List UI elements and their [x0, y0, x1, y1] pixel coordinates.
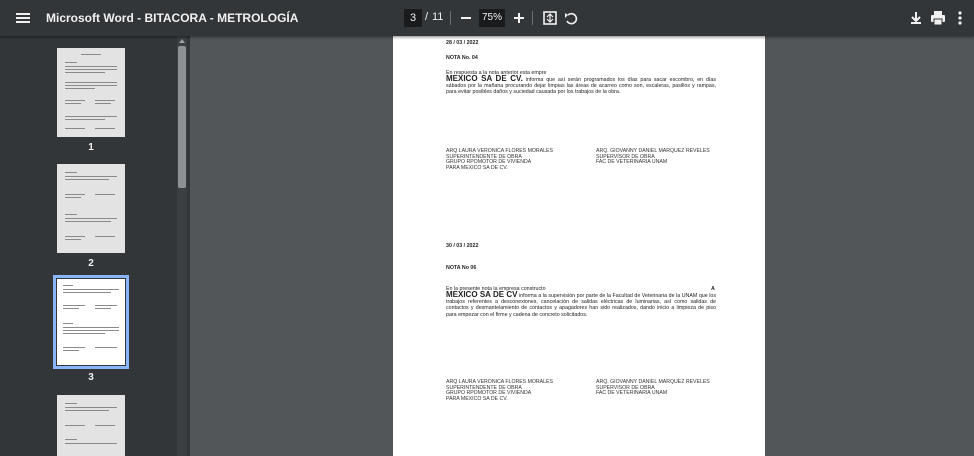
- fit-page-icon[interactable]: [540, 8, 560, 28]
- note-title: NOTA No 06: [446, 265, 477, 271]
- zoom-out-button[interactable]: [458, 8, 474, 28]
- page-thumbnail-2[interactable]: [57, 164, 125, 253]
- pdf-toolbar: Microsoft Word - BITACORA - METROLOGÍA 3…: [0, 0, 974, 36]
- company-name: MEXICO SA DE CV: [446, 290, 518, 299]
- scrollbar-thumb[interactable]: [178, 46, 186, 188]
- signature-left: ARQ LAURA VERONICA FLORES MORALES SUPERI…: [446, 148, 553, 171]
- note-date: 30 / 03 / 2022: [446, 243, 479, 249]
- thumbnail-label-3: 3: [88, 372, 94, 383]
- page-total: 11: [432, 11, 444, 23]
- signature-left: ARQ LAURA VERONICA FLORES MORALES SUPERI…: [446, 379, 553, 402]
- document-title: Microsoft Word - BITACORA - METROLOGÍA: [46, 11, 299, 25]
- page-thumbnail-4[interactable]: [57, 395, 125, 456]
- toolbar-divider: [450, 11, 451, 25]
- print-icon[interactable]: [928, 8, 948, 28]
- page-separator: /: [425, 11, 429, 23]
- signature-line: FAC DE VETERINARIA UNAM: [596, 390, 668, 396]
- thumbnail-sidebar: 1 2 3: [0, 36, 190, 456]
- note-date: 28 / 03 / 2022: [446, 40, 479, 46]
- sidebar-scrollbar[interactable]: [177, 36, 187, 456]
- more-vert-icon[interactable]: [950, 8, 970, 28]
- menu-icon[interactable]: [14, 9, 32, 27]
- note-paragraph: MEXICO SA DE CV. informa que así serán p…: [446, 74, 716, 96]
- scroll-up-arrow-icon[interactable]: [177, 36, 187, 46]
- thumbnail-label-2: 2: [88, 258, 94, 269]
- document-viewer[interactable]: 28 / 03 / 2022 NOTA No. 04 En respuesta …: [190, 36, 974, 456]
- download-icon[interactable]: [906, 8, 926, 28]
- zoom-input[interactable]: 75%: [479, 9, 505, 27]
- signature-right: ARQ. GIOVANNY DANIEL MARQUEZ REVELES SUP…: [596, 379, 710, 397]
- rotate-icon[interactable]: [562, 8, 582, 28]
- page-thumbnail-3[interactable]: [53, 275, 129, 369]
- signature-right: ARQ. GIOVANNY DANIEL MARQUEZ REVELES SUP…: [596, 148, 710, 166]
- page-thumbnail-1[interactable]: [57, 48, 125, 137]
- signature-line: PARA MEXICO SA DE CV.: [446, 164, 508, 171]
- page-number-input[interactable]: 3: [404, 9, 422, 27]
- note-paragraph: MEXICO SA DE CV informa a la supervisión…: [446, 290, 716, 318]
- note-title: NOTA No. 04: [446, 55, 478, 61]
- toolbar-divider: [532, 11, 533, 25]
- zoom-in-button[interactable]: [511, 8, 527, 28]
- thumbnail-label-1: 1: [88, 142, 94, 153]
- signature-line: FAC DE VETERINARIA UNAM: [596, 159, 668, 165]
- signature-line: PARA MEXICO SA DE CV.: [446, 395, 508, 402]
- company-name: MEXICO SA DE CV.: [446, 74, 523, 83]
- pdf-page-3: 28 / 03 / 2022 NOTA No. 04 En respuesta …: [393, 36, 765, 456]
